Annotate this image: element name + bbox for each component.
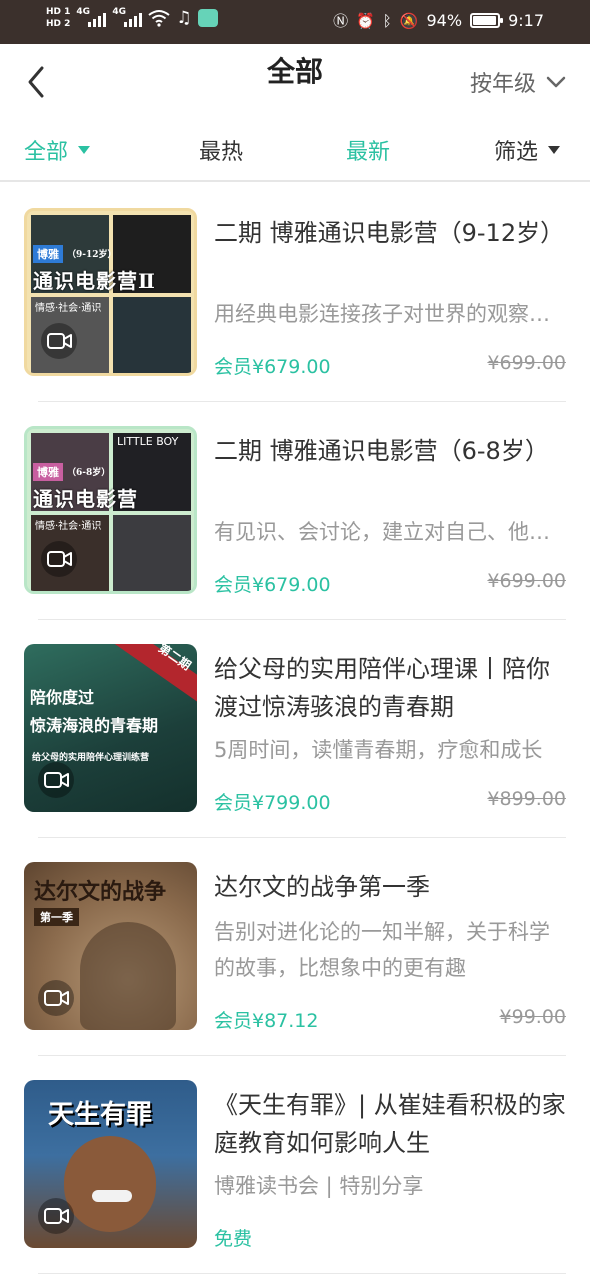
hd-indicator: HD 1 HD 2 bbox=[46, 6, 70, 30]
free-price: 免费 bbox=[214, 1228, 253, 1250]
music-icon: ♫ bbox=[176, 8, 192, 28]
thumb-name: 天生有罪 bbox=[48, 1100, 153, 1130]
course-thumbnail: 天生有罪 bbox=[24, 1080, 197, 1248]
course-thumbnail: 博雅 （9-12岁） 通识电影营Ⅱ 情感·社会·通识 bbox=[24, 208, 197, 376]
course-item[interactable]: 达尔文的战争 第一季 达尔文的战争第一季 告别对进化论的一知半解，关于科学的故事… bbox=[0, 838, 590, 1056]
course-title: 达尔文的战争第一季 bbox=[214, 873, 430, 901]
battery-fill bbox=[473, 16, 497, 25]
course-item[interactable]: LITTLE BOY 博雅 （6-8岁） 通识电影营 情感·社会·通识 二期 博… bbox=[0, 402, 590, 620]
original-price: ¥899.00 bbox=[487, 788, 566, 810]
tab-newest[interactable]: 最新 bbox=[346, 134, 390, 166]
hd2-label: HD 2 bbox=[46, 19, 71, 29]
member-price: 会员¥87.12 bbox=[214, 1010, 319, 1032]
video-badge bbox=[38, 980, 74, 1016]
nfc-icon: Ⓝ bbox=[333, 12, 349, 30]
header: 全部 按年级 bbox=[0, 44, 590, 120]
tab-hot-label: 最热 bbox=[199, 140, 244, 165]
member-price: 会员¥679.00 bbox=[214, 574, 331, 596]
thumb-line1: 陪你度过 bbox=[30, 688, 95, 707]
signal-icon: 4G bbox=[76, 7, 107, 27]
member-price: 会员¥679.00 bbox=[214, 356, 331, 378]
tab-hot[interactable]: 最热 bbox=[199, 134, 243, 166]
app-notification-icon bbox=[197, 9, 218, 27]
course-title: 二期 博雅通识电影营（9-12岁） bbox=[214, 219, 565, 247]
tab-all-label: 全部 bbox=[24, 140, 69, 165]
status-bar: HD 1 HD 2 4G 4G ♫ Ⓝ ⏰ ᛒ 🔕 94% 9:17 bbox=[0, 0, 590, 44]
divider bbox=[38, 1273, 566, 1274]
thumb-brand: 博雅 bbox=[33, 245, 63, 263]
chevron-down-icon bbox=[546, 76, 566, 88]
tab-all[interactable]: 全部 bbox=[24, 134, 91, 166]
battery-percent: 94% bbox=[426, 11, 463, 30]
alarm-icon: ⏰ bbox=[356, 11, 375, 30]
course-thumbnail: LITTLE BOY 博雅 （6-8岁） 通识电影营 情感·社会·通识 bbox=[24, 426, 197, 594]
course-item[interactable]: 博雅 （9-12岁） 通识电影营Ⅱ 情感·社会·通识 二期 博雅通识电影营（9-… bbox=[0, 184, 590, 402]
course-description: 告别对进化论的一知半解，关于科学的故事，比想象中的更有趣 bbox=[214, 920, 550, 980]
video-badge bbox=[41, 541, 77, 577]
grade-filter-dropdown[interactable]: 按年级 bbox=[470, 66, 566, 98]
wifi-icon bbox=[148, 10, 171, 27]
caret-down-icon bbox=[548, 146, 561, 154]
video-badge bbox=[38, 762, 74, 798]
signal-icon-2: 4G bbox=[112, 7, 143, 27]
bluetooth-icon: ᛒ bbox=[382, 11, 392, 30]
thumb-age: （9-12岁） bbox=[67, 250, 117, 260]
video-badge bbox=[41, 323, 77, 359]
original-price: ¥99.00 bbox=[499, 1006, 566, 1028]
course-thumbnail: 达尔文的战争 第一季 bbox=[24, 862, 197, 1030]
course-description: 5周时间，读懂青春期，疗愈和成长 bbox=[214, 738, 543, 762]
video-camera-icon bbox=[44, 772, 69, 788]
thumb-name: 达尔文的战争 bbox=[34, 879, 167, 905]
grade-filter-label: 按年级 bbox=[469, 72, 536, 97]
course-title: 二期 博雅通识电影营（6-8岁） bbox=[214, 437, 549, 465]
network-type-1: 4G bbox=[76, 7, 91, 17]
tab-newest-label: 最新 bbox=[346, 140, 391, 165]
caret-down-icon bbox=[78, 146, 91, 154]
course-title: 《天生有罪》| 从崔娃看积极的家庭教育如何影响人生 bbox=[214, 1091, 566, 1157]
video-camera-icon bbox=[44, 990, 69, 1006]
thumb-name: 通识电影营 bbox=[33, 487, 138, 511]
thumb-name: 通识电影营Ⅱ bbox=[33, 269, 156, 293]
thumb-tags: 情感·社会·通识 bbox=[35, 521, 102, 532]
original-price: ¥699.00 bbox=[487, 352, 566, 374]
thumb-line3: 给父母的实用陪伴心理训练营 bbox=[32, 753, 150, 763]
thumb-poster-title: LITTLE BOY bbox=[117, 435, 179, 448]
course-thumbnail: 第二期 陪你度过 惊涛海浪的青春期 给父母的实用陪伴心理训练营 bbox=[24, 644, 197, 812]
filter-tabs: 全部 最热 最新 筛选 bbox=[0, 120, 590, 182]
course-item[interactable]: 第二期 陪你度过 惊涛海浪的青春期 给父母的实用陪伴心理训练营 给父母的实用陪伴… bbox=[0, 620, 590, 838]
tab-filter[interactable]: 筛选 bbox=[494, 134, 561, 166]
course-item[interactable]: 天生有罪 《天生有罪》| 从崔娃看积极的家庭教育如何影响人生 博雅读书会 | 特… bbox=[0, 1056, 590, 1274]
mute-icon: 🔕 bbox=[399, 11, 419, 30]
thumb-brand: 博雅 bbox=[33, 463, 63, 481]
course-description: 有见识、会讨论，建立对自己、他人与世界的理解 bbox=[214, 520, 566, 544]
thumb-season: 第一季 bbox=[34, 908, 79, 926]
network-type-2: 4G bbox=[112, 7, 127, 17]
course-title: 给父母的实用陪伴心理课丨陪你渡过惊涛骇浪的青春期 bbox=[214, 655, 550, 721]
thumb-age: （6-8岁） bbox=[67, 468, 111, 478]
member-price: 会员¥799.00 bbox=[214, 792, 331, 814]
video-camera-icon bbox=[44, 1208, 69, 1224]
course-description: 博雅读书会 | 特别分享 bbox=[214, 1174, 424, 1198]
tab-filter-label: 筛选 bbox=[494, 140, 539, 165]
clock: 9:17 bbox=[508, 11, 544, 30]
thumb-tags: 情感·社会·通识 bbox=[35, 303, 102, 314]
video-badge bbox=[38, 1198, 74, 1234]
course-description: 用经典电影连接孩子对世界的观察与思考 bbox=[214, 302, 566, 326]
hd1-label: HD 1 bbox=[46, 7, 71, 17]
original-price: ¥699.00 bbox=[487, 570, 566, 592]
video-camera-icon bbox=[47, 551, 72, 567]
thumb-line2: 惊涛海浪的青春期 bbox=[30, 716, 159, 735]
battery-icon bbox=[470, 13, 504, 28]
video-camera-icon bbox=[47, 333, 72, 349]
